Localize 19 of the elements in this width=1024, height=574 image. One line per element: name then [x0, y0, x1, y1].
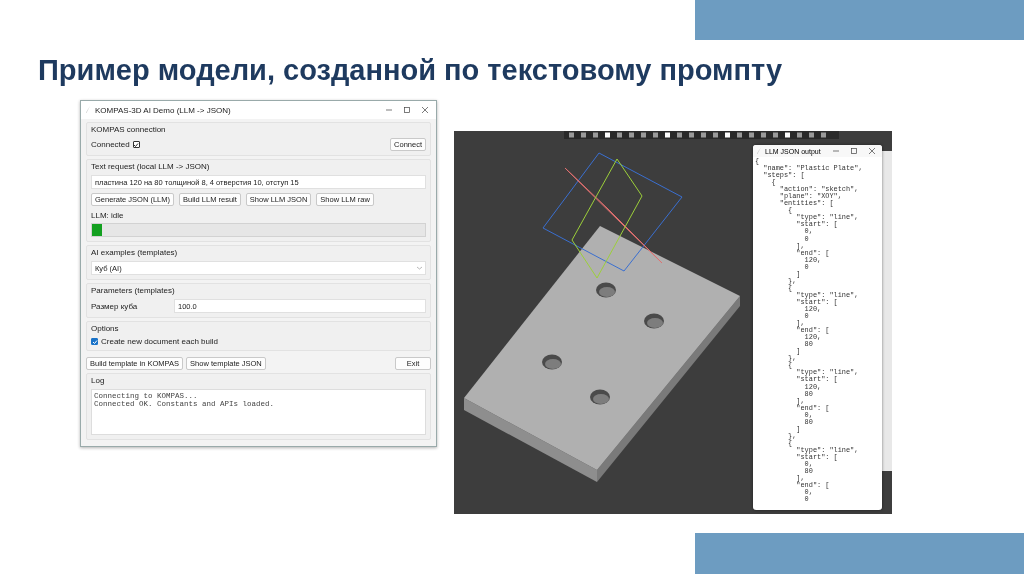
maximize-icon[interactable]	[851, 148, 857, 154]
option-label: Create new document each build	[101, 337, 218, 346]
group-heading: Parameters (templates)	[91, 286, 176, 295]
close-icon[interactable]	[869, 148, 875, 154]
connected-checkbox[interactable]	[132, 141, 140, 148]
option-checkbox[interactable]	[91, 338, 98, 345]
group-heading: Log	[91, 376, 106, 385]
parameter-label: Размер куба	[91, 301, 139, 311]
group-heading: AI examples (templates)	[91, 248, 179, 257]
slide-title: Пример модели, созданной по текстовому промпту	[38, 53, 784, 88]
chevron-icon	[417, 266, 422, 270]
group-heading: Options	[91, 324, 120, 333]
window-title: KOMPAS-3D AI Demo (LLM -> JSON)	[95, 105, 232, 115]
llm-status: LLM: idle	[91, 211, 125, 220]
maximize-icon[interactable]	[404, 107, 410, 113]
group-heading: Text request (local LLM -> JSON)	[91, 162, 211, 171]
close-icon[interactable]	[422, 107, 428, 113]
connected-label: Connected	[91, 140, 130, 149]
group-heading: KOMPAS connection	[91, 125, 167, 134]
